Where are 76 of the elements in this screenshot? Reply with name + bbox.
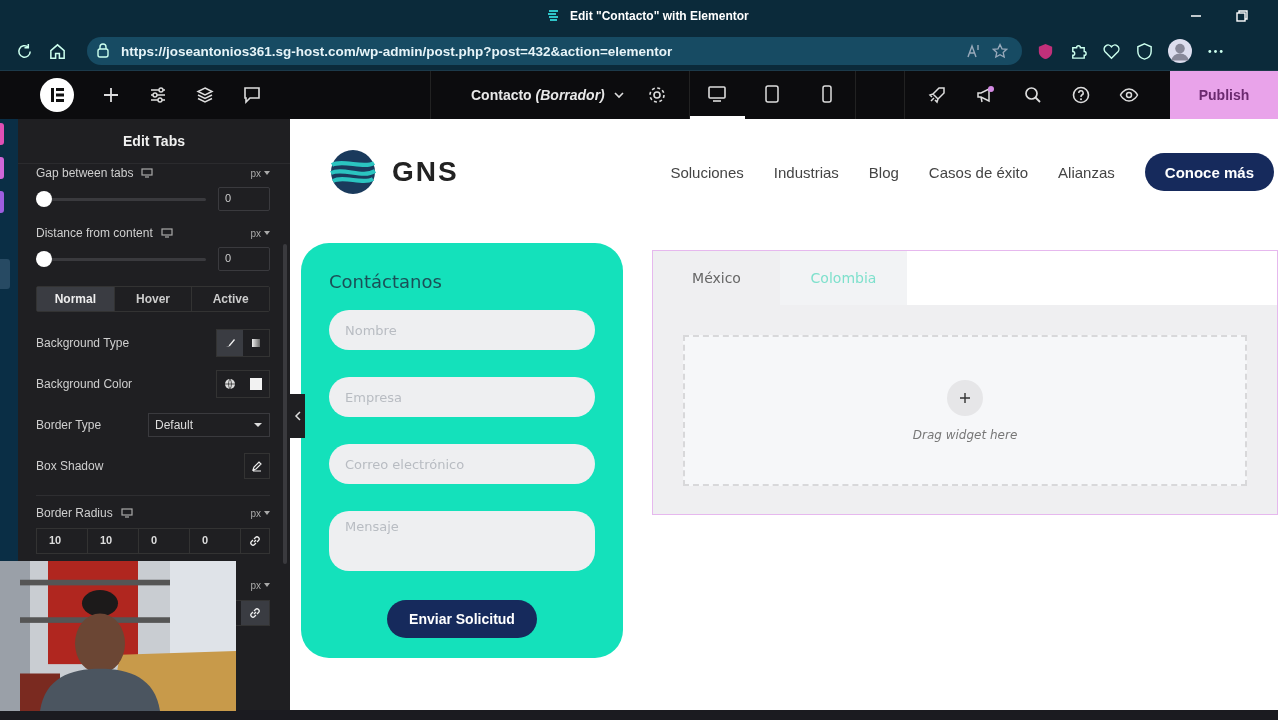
elementor-logo-icon[interactable] <box>40 78 74 112</box>
document-title[interactable]: Contacto (Borrador) <box>471 87 625 103</box>
control-label: Gap between tabs <box>36 166 134 180</box>
state-tab[interactable]: Active <box>191 287 269 311</box>
logo-text: GNS <box>392 156 459 188</box>
border-type-select[interactable]: Default <box>148 413 270 437</box>
home-icon[interactable] <box>48 41 67 61</box>
submit-button[interactable]: Enviar Solicitud <box>387 600 537 638</box>
control-label: Background Color <box>36 377 133 391</box>
megaphone-icon[interactable] <box>974 85 995 105</box>
settings-sliders-icon[interactable] <box>148 85 168 105</box>
unit-selector[interactable]: px <box>250 227 270 239</box>
control-label: Border Radius <box>36 506 113 520</box>
url-text: https://joseantonios361.sg-host.com/wp-admin/post.php?post=432&action=elementor <box>121 43 673 59</box>
control-label: Background Type <box>36 336 130 350</box>
gradient-icon <box>250 337 262 349</box>
nav-link[interactable]: Industrias <box>773 163 839 181</box>
link-icon[interactable] <box>241 601 269 625</box>
add-widget-button[interactable] <box>947 379 983 416</box>
avatar-icon[interactable] <box>1168 39 1192 63</box>
caret-icon <box>264 171 270 175</box>
nav-link[interactable]: Soluciones <box>670 163 744 181</box>
nav-link[interactable]: Blog <box>868 163 899 181</box>
globe-logo-icon <box>330 149 376 195</box>
edit-button[interactable] <box>244 453 270 479</box>
chevron-down-icon <box>612 89 625 101</box>
lock-icon <box>95 43 111 59</box>
control-label: Border Type <box>36 418 102 432</box>
star-icon[interactable] <box>992 43 1008 59</box>
form-title: Contáctanos <box>329 271 443 292</box>
number-field[interactable]: 10 <box>37 529 88 553</box>
help-icon[interactable] <box>1070 85 1091 105</box>
unit-selector[interactable]: px <box>250 167 270 179</box>
number-field[interactable]: 0 <box>218 247 270 271</box>
reload-icon[interactable] <box>15 41 34 61</box>
caret-icon <box>253 422 263 428</box>
comment-icon[interactable] <box>242 85 262 105</box>
caret-icon <box>264 583 270 587</box>
control-label: Box Shadow <box>36 459 104 473</box>
tab[interactable]: México <box>653 251 780 305</box>
settings-icon[interactable] <box>646 85 667 105</box>
preview-eye-icon[interactable] <box>1118 85 1139 105</box>
heart-icon[interactable] <box>1102 41 1121 61</box>
slider[interactable] <box>36 191 206 207</box>
unit-selector[interactable]: px <box>250 579 270 591</box>
layers-icon[interactable] <box>195 85 215 105</box>
pencil-icon <box>251 460 263 472</box>
globe-icon <box>224 378 236 390</box>
shield-icon[interactable] <box>1135 41 1154 61</box>
window-title: Edit "Contacto" with Elementor <box>570 9 749 23</box>
address-bar[interactable]: https://joseantonios361.sg-host.com/wp-admin/post.php?post=432&action=elementor <box>87 37 1022 65</box>
control-label: Distance from content <box>36 226 153 240</box>
monitor-icon <box>160 228 173 238</box>
unit-selector[interactable]: px <box>250 507 270 519</box>
monitor-icon <box>120 508 133 518</box>
caret-icon <box>264 511 270 515</box>
slider[interactable] <box>36 251 206 267</box>
nav-link[interactable]: Casos de éxito <box>928 163 1029 181</box>
caret-icon <box>264 231 270 235</box>
nav-link[interactable]: Alianzas <box>1058 163 1115 181</box>
read-aloud-icon[interactable] <box>966 43 982 59</box>
panel-title: Edit Tabs <box>123 133 185 149</box>
number-field[interactable]: 10 <box>88 529 139 553</box>
number-field[interactable]: 0 <box>218 187 270 211</box>
drop-hint: Drag widget here <box>912 427 1018 442</box>
collapse-handle[interactable] <box>290 394 305 438</box>
restore-icon[interactable] <box>1236 10 1248 22</box>
search-icon[interactable] <box>1022 85 1043 105</box>
state-tab[interactable]: Normal <box>37 287 114 311</box>
add-icon[interactable] <box>101 85 121 105</box>
rocket-icon[interactable] <box>926 85 947 105</box>
number-field[interactable]: 0 <box>139 529 190 553</box>
cta-button[interactable]: Conoce más <box>1144 153 1274 191</box>
monitor-icon <box>141 168 154 178</box>
plus-icon <box>959 391 971 404</box>
publish-button[interactable]: Publish <box>1170 71 1278 119</box>
